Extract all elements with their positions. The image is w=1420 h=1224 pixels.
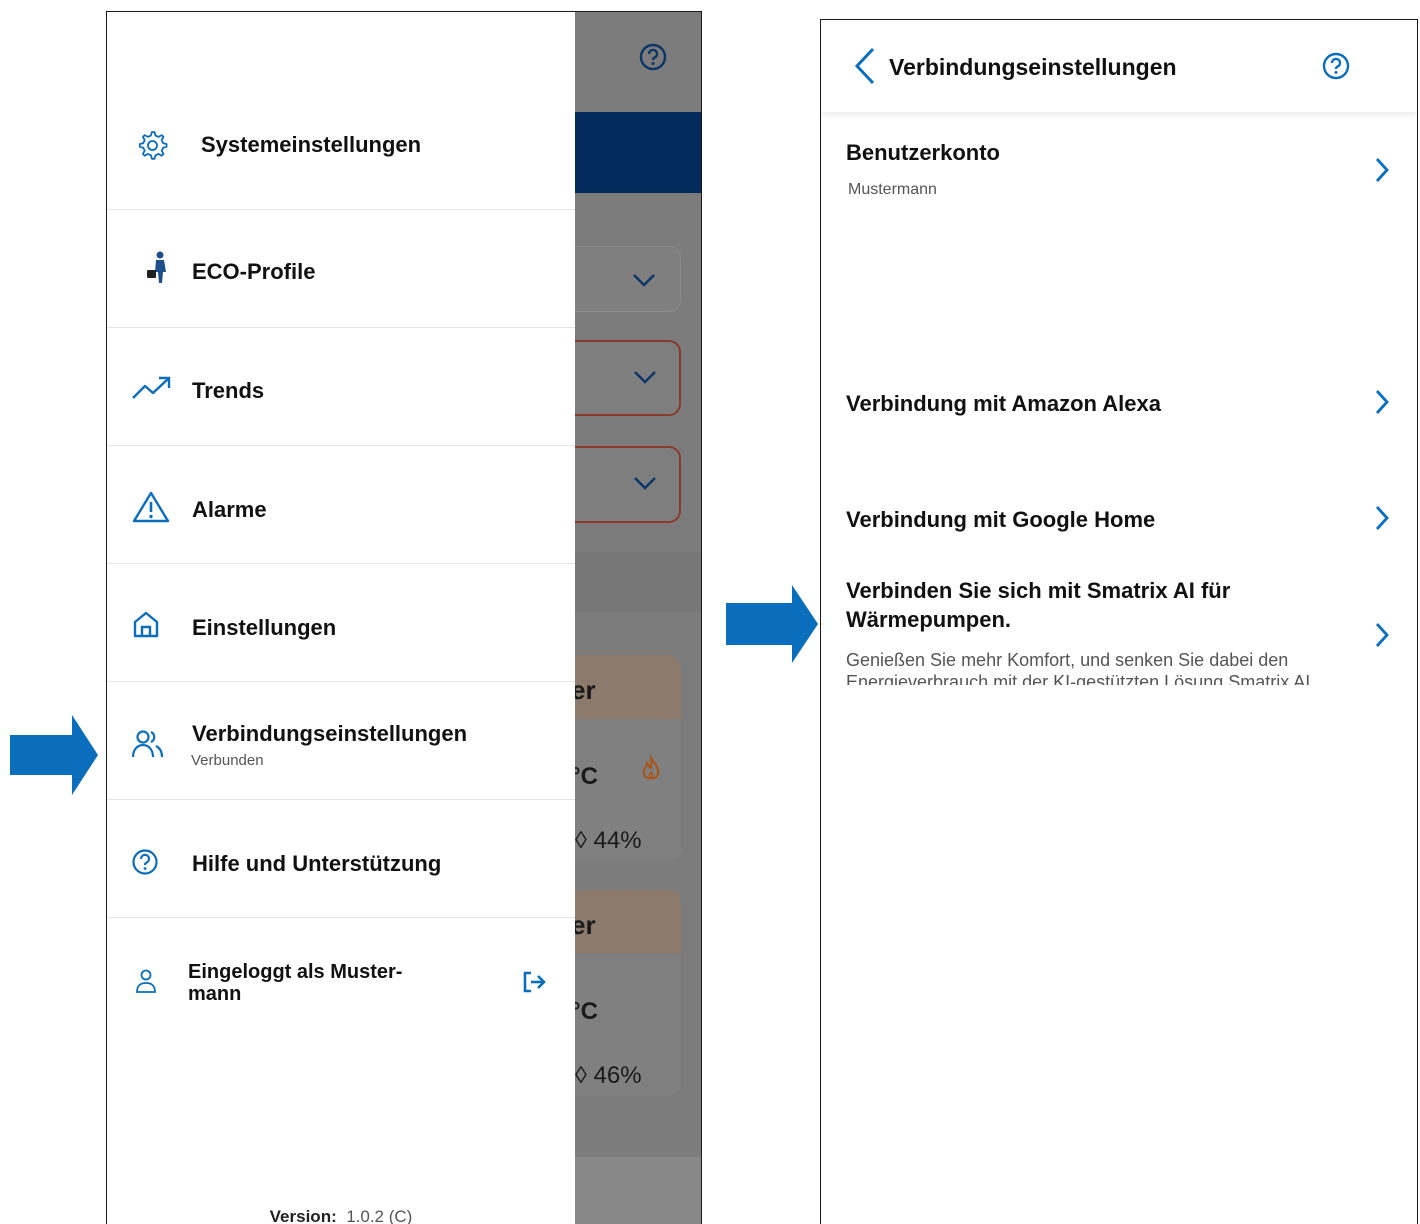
- home-icon: [133, 611, 159, 638]
- background-room-card: er °C ◊ 46%: [563, 890, 681, 1096]
- phone-connection-screen: Verbindungseinstellungen Benutzerkonto M…: [820, 19, 1418, 1224]
- menu-item-eco-profile[interactable]: ECO-Profile: [107, 210, 575, 328]
- menu-item-label: ECO-Profile: [192, 259, 316, 284]
- chevron-right-icon: [1375, 390, 1389, 414]
- menu-item-label: Systemeinstellungen: [201, 132, 422, 157]
- warning-icon: [132, 491, 170, 523]
- logout-icon[interactable]: [521, 970, 547, 994]
- person-briefcase-icon: [147, 251, 166, 283]
- chevron-down-icon: [634, 477, 656, 490]
- phone-menu-screen: er °C ◊ 44% er °C ◊ 46% Systemeinstellun…: [106, 11, 702, 1224]
- menu-item-einstellungen[interactable]: Einstellungen: [107, 564, 575, 682]
- menu-item-label: Einstellungen: [192, 615, 337, 640]
- background-dropdown: [563, 446, 681, 523]
- row-title: Verbinden Sie sich mit Smatrix AI für Wä…: [846, 578, 1231, 632]
- help-icon: [639, 43, 667, 71]
- pointer-arrow-icon: [726, 585, 818, 663]
- menu-item-label: Verbindungseinstellungen: [192, 721, 468, 746]
- navigation-drawer: Systemeinstellungen ECO-Profile Trends A…: [107, 12, 575, 1224]
- background-app-overlay[interactable]: er °C ◊ 44% er °C ◊ 46%: [563, 12, 701, 1224]
- menu-item-verbindungseinstellungen[interactable]: Verbindungseinstellungen Verbunden: [107, 682, 575, 800]
- chevron-right-icon: [1375, 158, 1389, 182]
- chevron-down-icon: [634, 371, 656, 384]
- menu-item-trends[interactable]: Trends: [107, 328, 575, 446]
- background-footer: [575, 1157, 701, 1224]
- app-version: Version: 1.0.2 (C): [269, 1207, 413, 1224]
- row-description: Genießen Sie mehr Komfort, und senken Si…: [846, 650, 1316, 685]
- page-title: Verbindungseinstellungen: [889, 54, 1177, 80]
- back-chevron-icon[interactable]: [851, 46, 881, 86]
- users-icon: [131, 730, 164, 758]
- pointer-arrow-icon: [10, 715, 98, 795]
- temperature-unit: °C: [571, 763, 598, 790]
- humidity-value: ◊ 46%: [575, 1062, 642, 1089]
- temperature-unit: °C: [571, 998, 598, 1025]
- row-subtitle: Mustermann: [848, 181, 937, 198]
- menu-item-label: Alarme: [192, 497, 267, 522]
- connection-status: Verbunden: [191, 752, 264, 769]
- menu-item-label: Trends: [192, 378, 265, 403]
- menu-item-alarme[interactable]: Alarme: [107, 446, 575, 564]
- trend-up-icon: [132, 376, 171, 399]
- help-icon: [132, 849, 158, 875]
- background-dropdown: [563, 246, 681, 312]
- help-icon[interactable]: [1321, 51, 1351, 81]
- menu-item-label: Hilfe und Unterstützung: [192, 851, 442, 876]
- menu-item-hilfe[interactable]: Hilfe und Unterstützung: [107, 800, 575, 918]
- background-dropdown: [563, 340, 681, 416]
- background-header-band: [575, 112, 701, 193]
- chevron-right-icon: [1375, 623, 1389, 647]
- logged-in-user-label: Eingeloggt als Muster- mann: [188, 961, 403, 1005]
- chevron-right-icon: [1375, 506, 1389, 530]
- flame-icon: [642, 755, 660, 780]
- chevron-down-icon: [633, 274, 655, 287]
- background-room-card: er °C ◊ 44%: [563, 655, 681, 861]
- humidity-value: ◊ 44%: [575, 827, 642, 854]
- gear-icon: [138, 131, 168, 160]
- menu-item-systemeinstellungen[interactable]: Systemeinstellungen: [107, 92, 575, 210]
- row-title: Benutzerkonto: [846, 140, 1000, 165]
- background-section: [575, 552, 701, 612]
- user-icon: [136, 969, 156, 993]
- app-bar: Verbindungseinstellungen: [821, 20, 1417, 112]
- row-title: Verbindung mit Google Home: [846, 507, 1156, 532]
- row-title: Verbindung mit Amazon Alexa: [846, 391, 1161, 416]
